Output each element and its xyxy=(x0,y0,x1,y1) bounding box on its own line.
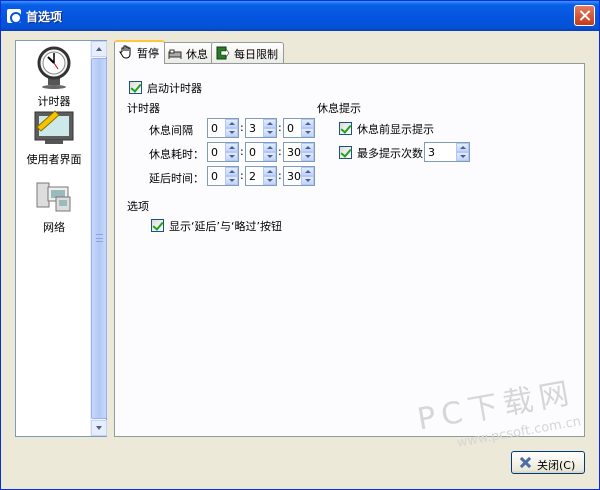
time-separator: : xyxy=(278,169,282,182)
bed-icon xyxy=(168,49,182,59)
timer-section-heading: 计时器 xyxy=(127,102,160,115)
max-reminders-checkbox[interactable] xyxy=(339,146,352,159)
network-icon xyxy=(36,182,71,212)
spin-up-button[interactable] xyxy=(225,119,238,128)
spin-value: 0 xyxy=(211,122,218,135)
break-interval-hours[interactable]: 0 xyxy=(207,118,239,138)
spin-down-button[interactable] xyxy=(263,128,276,137)
max-reminders-stepper[interactable]: 3 xyxy=(424,142,470,162)
spin-value: 30 xyxy=(287,170,301,183)
break-interval-seconds[interactable]: 0 xyxy=(283,118,315,138)
tab-label: 暂停 xyxy=(137,47,159,60)
tab-rest[interactable]: 休息 xyxy=(163,42,214,63)
spin-up-button[interactable] xyxy=(456,143,469,152)
preferences-window: 首选项 计时器 使用者界面 网络 暂停 休息 每日限制 启动计时器 计时器 休息… xyxy=(0,0,600,490)
hand-icon xyxy=(119,45,131,59)
spin-down-button[interactable] xyxy=(301,128,314,137)
nav-item-label: 使用者界面 xyxy=(26,153,82,166)
title-bar[interactable]: 首选项 xyxy=(1,1,599,31)
break-duration-label: 休息耗时： xyxy=(149,148,204,161)
tab-label: 每日限制 xyxy=(234,48,278,61)
monitor-icon xyxy=(34,110,74,144)
spin-up-button[interactable] xyxy=(301,119,314,128)
show-before-label: 休息前显示提示 xyxy=(357,123,434,136)
reminder-section-heading: 休息提示 xyxy=(317,102,361,115)
spin-up-button[interactable] xyxy=(225,167,238,176)
window-close-button[interactable] xyxy=(574,5,595,26)
nav-item-label: 网络 xyxy=(43,221,65,234)
spin-down-button[interactable] xyxy=(225,176,238,185)
clock-icon xyxy=(37,46,71,89)
spin-value: 0 xyxy=(249,146,256,159)
scroll-thumb[interactable] xyxy=(91,58,107,419)
max-reminders-label: 最多提示次数 xyxy=(357,147,423,160)
spin-value: 0 xyxy=(211,170,218,183)
category-list: 计时器 使用者界面 网络 xyxy=(15,40,107,437)
close-button-label: 关闭(C) xyxy=(537,459,576,472)
spin-down-button[interactable] xyxy=(456,152,469,161)
spin-value: 0 xyxy=(211,146,218,159)
options-section-heading: 选项 xyxy=(127,200,149,213)
spin-down-button[interactable] xyxy=(301,152,314,161)
scroll-up-button[interactable] xyxy=(91,41,107,57)
spin-up-button[interactable] xyxy=(301,167,314,176)
time-separator: : xyxy=(278,145,282,158)
time-separator: : xyxy=(278,121,282,134)
show-buttons-checkbox[interactable] xyxy=(151,219,164,232)
scroll-down-button[interactable] xyxy=(91,420,107,436)
tab-pause[interactable]: 暂停 xyxy=(114,40,165,64)
spin-up-button[interactable] xyxy=(225,143,238,152)
pause-tab-panel: 启动计时器 计时器 休息间隔 0 : 3 : 0 休息耗时： 0 : 0 : 3… xyxy=(114,63,585,437)
close-button[interactable]: 关闭(C) xyxy=(511,451,585,474)
break-interval-minutes[interactable]: 3 xyxy=(245,118,277,138)
spin-down-button[interactable] xyxy=(263,152,276,161)
spin-up-button[interactable] xyxy=(263,167,276,176)
tab-label: 休息 xyxy=(186,48,208,61)
grip-icon xyxy=(96,234,103,242)
postpone-time-seconds[interactable]: 30 xyxy=(283,166,315,186)
time-separator: : xyxy=(240,145,244,158)
postpone-time-label: 延后时间： xyxy=(149,172,204,185)
break-duration-hours[interactable]: 0 xyxy=(207,142,239,162)
time-separator: : xyxy=(240,121,244,134)
break-duration-seconds[interactable]: 30 xyxy=(283,142,315,162)
show-buttons-label: 显示‘延后’与‘略过’按钮 xyxy=(169,220,282,233)
spin-value: 3 xyxy=(249,122,256,135)
break-interval-label: 休息间隔 xyxy=(149,124,193,137)
nav-item-ui[interactable]: 使用者界面 xyxy=(16,109,92,167)
spin-up-button[interactable] xyxy=(263,119,276,128)
time-separator: : xyxy=(240,169,244,182)
spin-down-button[interactable] xyxy=(225,152,238,161)
spin-down-button[interactable] xyxy=(263,176,276,185)
spin-value: 30 xyxy=(287,146,301,159)
spin-value: 3 xyxy=(428,146,435,159)
app-icon xyxy=(7,9,22,24)
spin-value: 2 xyxy=(249,170,256,183)
nav-item-label: 计时器 xyxy=(37,95,71,108)
spin-down-button[interactable] xyxy=(225,128,238,137)
show-before-checkbox[interactable] xyxy=(339,122,352,135)
window-title: 首选项 xyxy=(26,10,63,24)
tab-daily-limit[interactable]: 每日限制 xyxy=(211,42,284,63)
postpone-time-minutes[interactable]: 2 xyxy=(245,166,277,186)
enable-timer-label: 启动计时器 xyxy=(147,82,202,95)
spin-down-button[interactable] xyxy=(301,176,314,185)
nav-item-timer[interactable]: 计时器 xyxy=(16,45,92,109)
spin-up-button[interactable] xyxy=(263,143,276,152)
close-icon xyxy=(519,456,532,469)
spin-up-button[interactable] xyxy=(301,143,314,152)
enable-timer-checkbox[interactable] xyxy=(129,81,142,94)
break-duration-minutes[interactable]: 0 xyxy=(245,142,277,162)
postpone-time-hours[interactable]: 0 xyxy=(207,166,239,186)
nav-item-network[interactable]: 网络 xyxy=(16,179,92,235)
exit-icon xyxy=(216,46,230,60)
nav-scrollbar[interactable] xyxy=(90,41,107,436)
spin-value: 0 xyxy=(287,122,294,135)
